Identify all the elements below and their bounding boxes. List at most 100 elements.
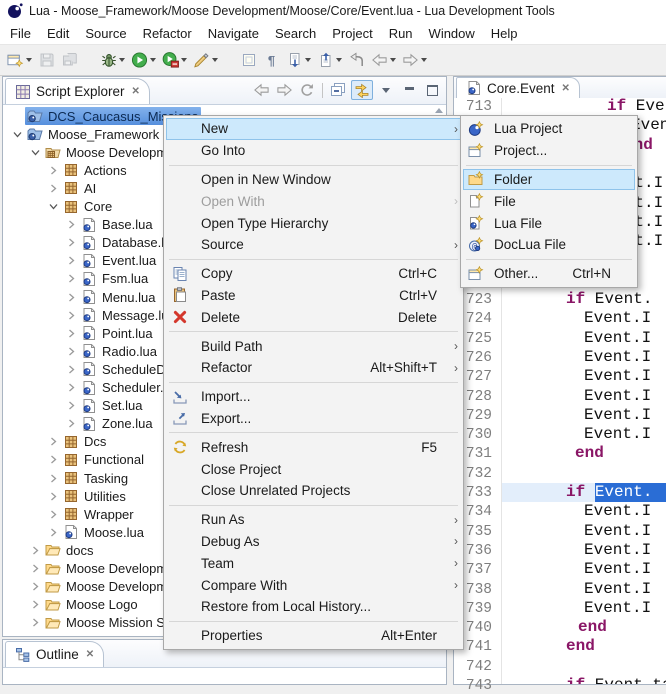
tree-item-event-lua[interactable]: Event.lua [64,252,159,270]
tree-item-moose-framework[interactable]: Moose_Framework [10,125,162,143]
tree-item-functional[interactable]: Functional [46,451,147,469]
chevron-collapsed-icon[interactable] [64,329,79,338]
dropdown-caret-icon[interactable] [305,58,311,62]
menu-item-new[interactable]: New› [166,118,461,140]
forward-button[interactable] [274,81,294,99]
chevron-collapsed-icon[interactable] [64,311,79,320]
chevron-collapsed-icon[interactable] [46,437,61,446]
chevron-expanded-icon[interactable] [10,130,25,139]
mark-occurrences-button[interactable] [238,48,259,72]
maximize-button[interactable] [422,81,442,99]
menu-item-open-type-hierarchy[interactable]: Open Type Hierarchy [166,212,461,234]
next-annotation-button[interactable] [284,48,313,72]
dropdown-caret-icon[interactable] [119,58,125,62]
dropdown-caret-icon[interactable] [181,58,187,62]
menubar-item-project[interactable]: Project [324,23,380,44]
menu-item-export[interactable]: Export... [166,408,461,430]
menu-item-open-in-new-window[interactable]: Open in New Window [166,169,461,191]
menubar-item-search[interactable]: Search [267,23,324,44]
menu-item-delete[interactable]: DeleteDelete [166,306,461,328]
tree-item-message-lu[interactable]: Message.lu [64,306,171,324]
chevron-collapsed-icon[interactable] [64,401,79,410]
chevron-expanded-icon[interactable] [46,202,61,211]
tree-item-moose-mission-se[interactable]: Moose Mission Se [28,614,175,632]
dropdown-caret-icon[interactable] [150,58,156,62]
menu-item-lua-project[interactable]: Lua Project [463,118,635,140]
tree-item-tasking[interactable]: Tasking [46,469,131,487]
tab-core-event[interactable]: Core.Event ✕ [456,77,580,98]
menu-item-team[interactable]: Team› [166,552,461,574]
minimize-button[interactable] [399,81,419,99]
tree-item-scheduler-l[interactable]: Scheduler.l [64,379,169,397]
chevron-collapsed-icon[interactable] [46,474,61,483]
menu-item-refactor[interactable]: RefactorAlt+Shift+T› [166,357,461,379]
chevron-collapsed-icon[interactable] [46,492,61,501]
chevron-collapsed-icon[interactable] [64,383,79,392]
scrollbar-up-icon[interactable] [435,108,443,113]
menu-item-file[interactable]: File [463,190,635,212]
chevron-collapsed-icon[interactable] [28,600,43,609]
menubar-item-refactor[interactable]: Refactor [135,23,200,44]
menu-item-close-unrelated-projects[interactable]: Close Unrelated Projects [166,480,461,502]
chevron-collapsed-icon[interactable] [28,618,43,627]
tree-item-docs[interactable]: docs [28,541,96,559]
chevron-collapsed-icon[interactable] [64,238,79,247]
close-icon[interactable]: ✕ [132,86,140,97]
show-whitespace-button[interactable]: ¶ [261,48,282,72]
menu-item-source[interactable]: Source› [166,234,461,256]
last-edit-location-button[interactable] [346,48,367,72]
tree-item-wrapper[interactable]: Wrapper [46,505,137,523]
view-menu-button[interactable] [376,81,396,99]
menu-item-run-as[interactable]: Run As› [166,509,461,531]
menu-item-refresh[interactable]: RefreshF5 [166,436,461,458]
chevron-collapsed-icon[interactable] [64,274,79,283]
chevron-collapsed-icon[interactable] [64,365,79,374]
chevron-collapsed-icon[interactable] [28,564,43,573]
menu-item-project[interactable]: Project... [463,140,635,162]
chevron-collapsed-icon[interactable] [64,293,79,302]
chevron-collapsed-icon[interactable] [28,582,43,591]
tree-item-ai[interactable]: AI [46,179,99,197]
debug-button[interactable] [98,48,127,72]
dropdown-caret-icon[interactable] [212,58,218,62]
menu-item-properties[interactable]: PropertiesAlt+Enter [166,625,461,647]
chevron-collapsed-icon[interactable] [46,510,61,519]
collapse-all-button[interactable] [328,81,348,99]
chevron-collapsed-icon[interactable] [46,455,61,464]
menu-item-import[interactable]: Import... [166,386,461,408]
menubar-item-edit[interactable]: Edit [39,23,77,44]
external-tools-button[interactable] [191,48,220,72]
close-icon[interactable]: ✕ [86,649,94,660]
chevron-expanded-icon[interactable] [28,148,43,157]
close-icon[interactable]: ✕ [562,83,570,94]
menu-item-paste[interactable]: PasteCtrl+V [166,285,461,307]
dropdown-caret-icon[interactable] [26,58,32,62]
tree-item-core[interactable]: Core [46,198,115,216]
menubar-item-source[interactable]: Source [77,23,134,44]
menu-item-debug-as[interactable]: Debug As› [166,531,461,553]
chevron-collapsed-icon[interactable] [46,184,61,193]
tree-item-base-lua[interactable]: Base.lua [64,216,156,234]
menu-item-go-into[interactable]: Go Into [166,140,461,162]
dropdown-caret-icon[interactable] [421,58,427,62]
tree-item-database-lu[interactable]: Database.lu [64,234,174,252]
tree-item-scheduled[interactable]: ScheduleD [64,360,169,378]
up-button[interactable] [297,81,317,99]
chevron-collapsed-icon[interactable] [28,546,43,555]
menu-item-build-path[interactable]: Build Path› [166,335,461,357]
menu-item-lua-file[interactable]: Lua File [463,212,635,234]
menubar-item-file[interactable]: File [2,23,39,44]
tree-item-menu-lua[interactable]: Menu.lua [64,288,158,306]
tab-outline[interactable]: Outline ✕ [5,641,104,667]
previous-annotation-button[interactable] [315,48,344,72]
dropdown-caret-icon[interactable] [336,58,342,62]
menu-item-compare-with[interactable]: Compare With› [166,574,461,596]
menubar-item-run[interactable]: Run [381,23,421,44]
back-button[interactable] [251,81,271,99]
tree-item-actions[interactable]: Actions [46,161,130,179]
tree-item-set-lua[interactable]: Set.lua [64,397,145,415]
tree-item-dcs[interactable]: Dcs [46,433,109,451]
dropdown-caret-icon[interactable] [390,58,396,62]
menu-item-doclua-file[interactable]: @DocLua File [463,234,635,256]
chevron-collapsed-icon[interactable] [64,419,79,428]
